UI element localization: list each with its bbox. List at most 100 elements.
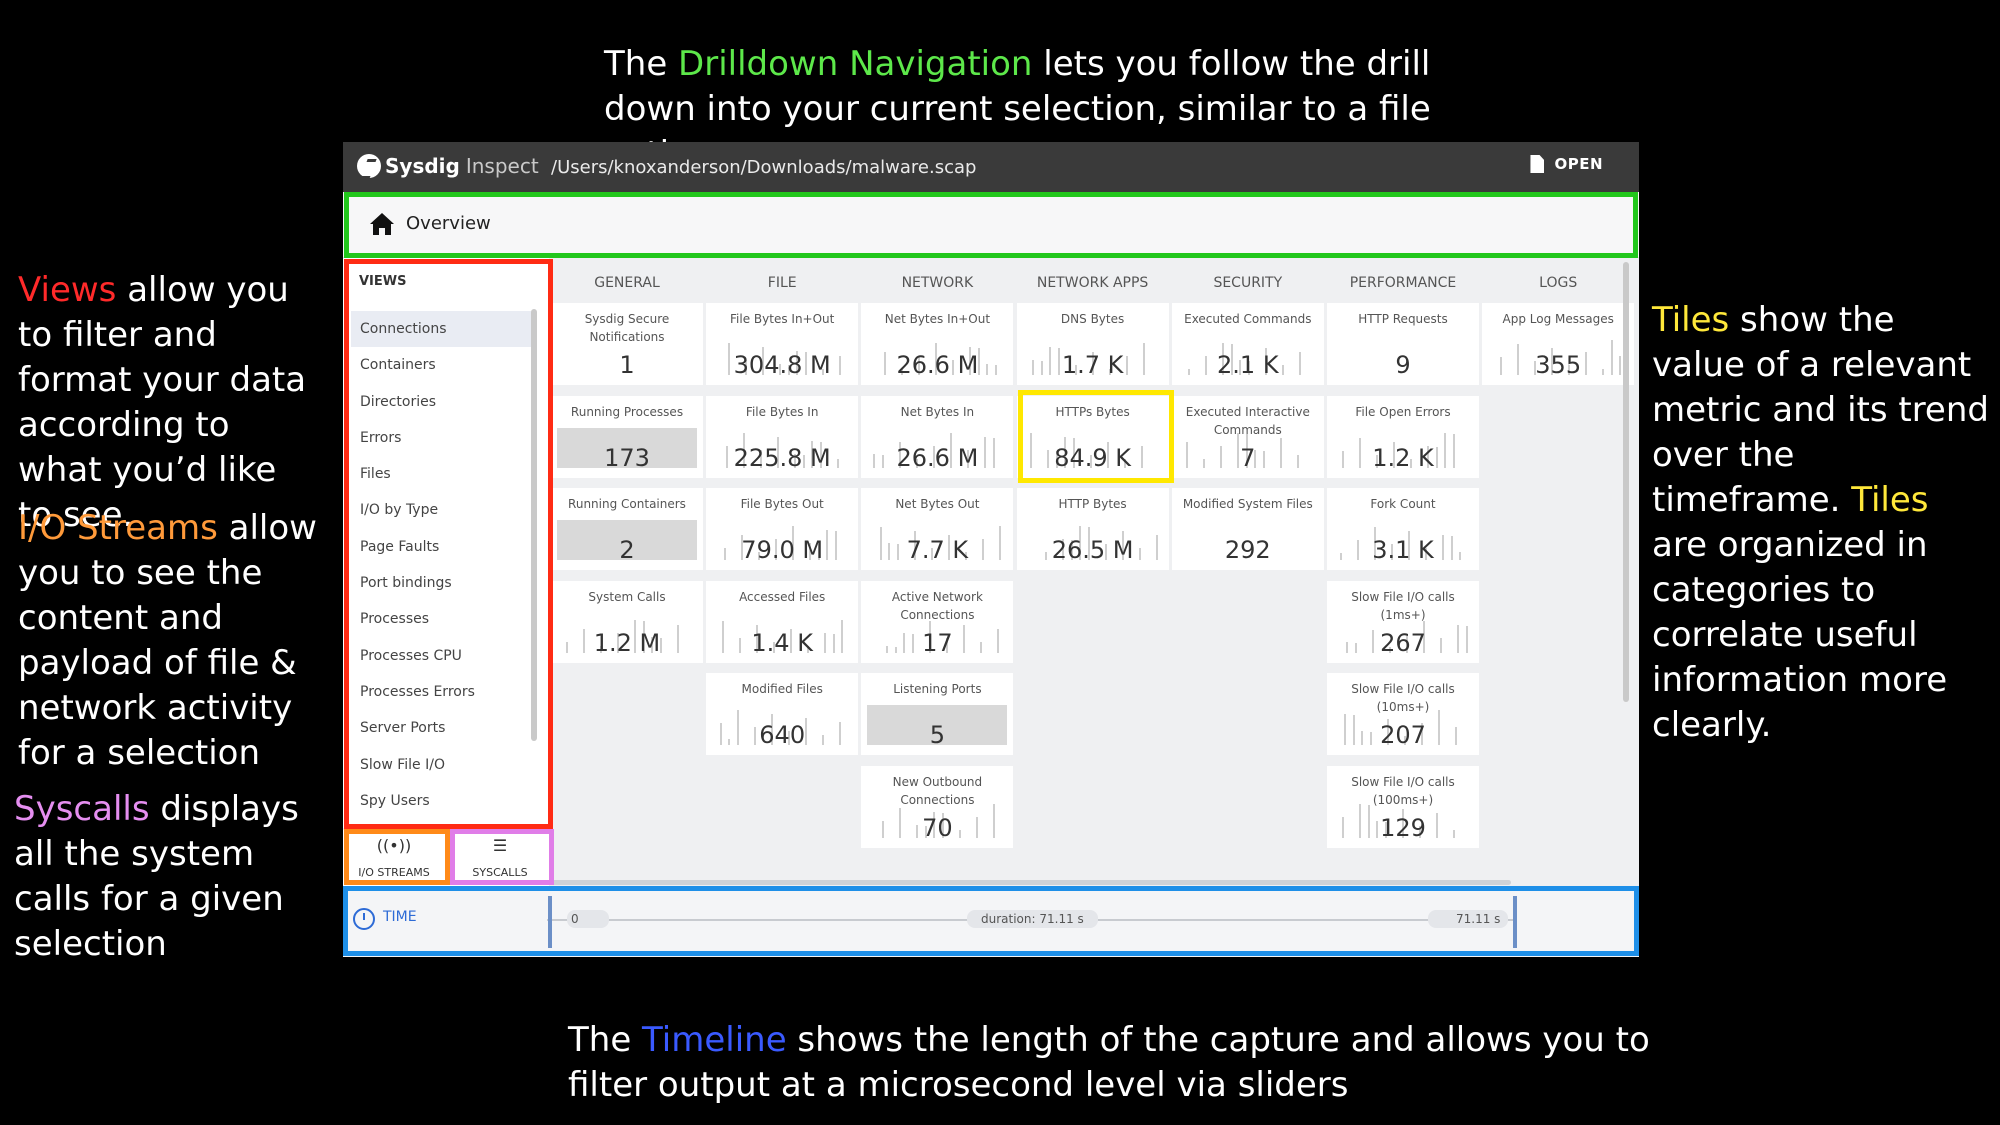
tile-value: 1.7 K <box>1061 351 1124 379</box>
tile-value: 225.8 M <box>733 443 831 472</box>
annotation-io-streams: I/O Streams allow you to see the content… <box>18 506 318 776</box>
tile-label: Modified System Files <box>1182 497 1313 511</box>
document-icon <box>1530 155 1545 173</box>
tile-value: 129 <box>1380 813 1426 842</box>
category-header: NETWORK <box>901 275 974 291</box>
tile-label: System Calls <box>588 589 666 604</box>
open-button-label: OPEN <box>1554 155 1603 173</box>
category-header: LOGS <box>1539 275 1578 291</box>
metric-tile[interactable]: App Log Messages 355 <box>1482 303 1635 385</box>
tile-label: Running Processes <box>570 404 684 419</box>
tile-value: 1 <box>619 351 635 379</box>
annotation-highlight: Drilldown Navigation <box>678 44 1033 84</box>
tile-value: 26.6 M <box>896 443 979 472</box>
tile-value: 207 <box>1380 721 1426 749</box>
annotation-text: The <box>568 1020 643 1060</box>
metric-tile[interactable]: File Bytes In+Out 304.8 M <box>706 303 859 385</box>
capture-file-path: /Users/knoxanderson/Downloads/malware.sc… <box>551 157 977 178</box>
annotation-highlight: I/O Streams <box>18 508 218 548</box>
metric-tile[interactable]: Modified Files 640 <box>706 673 859 755</box>
annotation-timeline: The Timeline shows the length of the cap… <box>568 1018 1668 1108</box>
tile-label: DNS Bytes <box>1060 312 1125 326</box>
io-streams-highlight-box <box>344 829 450 885</box>
category-header: FILE <box>767 275 797 291</box>
metric-tile[interactable]: Net Bytes In 26.6 M <box>861 395 1014 478</box>
tile-label: File Open Errors <box>1355 404 1451 419</box>
tile-value: 2.1 K <box>1217 351 1279 379</box>
brand-name: Sysdig <box>385 154 460 178</box>
metric-tile[interactable]: System Calls 1.2 M <box>551 580 703 663</box>
tile-label: Executed Interactive Commands <box>1185 404 1310 437</box>
annotation-text: The <box>604 44 679 84</box>
metric-tile[interactable]: Net Bytes Out 7.7 K <box>861 488 1014 570</box>
tile-value: 2 <box>619 536 635 564</box>
metric-tile[interactable]: Slow File I/O calls (1ms+) 267 <box>1327 580 1479 663</box>
sysdig-logo-icon <box>357 154 381 178</box>
tile-value: 17 <box>922 628 953 657</box>
metric-tile[interactable]: Running Processes 173 <box>551 395 703 478</box>
tile-label: Net Bytes In <box>900 404 975 419</box>
metric-tile[interactable]: Net Bytes In+Out 26.6 M <box>861 303 1014 385</box>
tile-value: 70 <box>922 813 953 842</box>
tile-label: File Bytes In <box>745 404 819 419</box>
tile-label: Running Containers <box>568 497 686 511</box>
tile-value: 304.8 M <box>733 351 831 379</box>
tile-value: 3.1 K <box>1372 536 1434 564</box>
metric-tile[interactable]: File Bytes In 225.8 M <box>706 395 859 478</box>
metric-tile[interactable]: DNS Bytes 1.7 K <box>1016 303 1169 385</box>
metric-tile[interactable]: Executed Commands 2.1 K <box>1171 303 1324 385</box>
annotation-highlight: Tiles <box>1851 480 1929 520</box>
metric-tile[interactable]: File Open Errors 1.2 K <box>1327 395 1479 478</box>
category-header: SECURITY <box>1213 275 1283 291</box>
tile-value: 7.7 K <box>906 536 969 564</box>
drilldown-highlight-box <box>344 192 1638 258</box>
tile-value: 7 <box>1240 443 1256 472</box>
tile-label: App Log Messages <box>1502 312 1614 326</box>
metric-tile[interactable]: Listening Ports 5 <box>861 673 1014 755</box>
tile-value: 640 <box>759 721 806 749</box>
tile-value: 1.2 M <box>593 628 661 657</box>
sysdig-logo: Sysdig Inspect <box>357 154 539 178</box>
metric-tile[interactable]: Executed Interactive Commands 7 <box>1171 395 1324 478</box>
annotation-views: Views allow you to filter and format you… <box>18 268 318 538</box>
metric-tile[interactable]: Sysdig Secure Notifications 1 <box>551 303 703 385</box>
metric-tile[interactable]: Accessed Files 1.4 K <box>706 580 859 663</box>
metric-tile[interactable]: File Bytes Out 79.0 M <box>706 488 859 570</box>
tile-value: 292 <box>1224 536 1271 564</box>
tile-value: 267 <box>1380 628 1426 657</box>
tile-label: Executed Commands <box>1184 312 1312 326</box>
metric-tile[interactable]: HTTP Bytes 26.5 M <box>1016 488 1169 570</box>
category-header: NETWORK APPS <box>1036 275 1149 291</box>
metric-tile[interactable]: Running Containers 2 <box>551 488 703 570</box>
metric-tile[interactable]: Modified System Files 292 <box>1171 488 1324 570</box>
horizontal-scrollbar[interactable] <box>551 880 1511 885</box>
tile-label: New Outbound Connections <box>892 774 983 807</box>
timeline-highlight-box <box>343 886 1639 956</box>
tile-label: File Bytes In+Out <box>730 312 835 326</box>
metric-tile[interactable]: Slow File I/O calls (10ms+) 207 <box>1327 673 1479 755</box>
tile-label: Accessed Files <box>739 589 826 604</box>
tile-label: Slow File I/O calls (1ms+) <box>1351 589 1455 622</box>
annotation-tiles: Tiles show the value of a relevant metri… <box>1652 298 1992 748</box>
metric-tile[interactable]: New Outbound Connections 70 <box>861 765 1014 848</box>
annotation-highlight: Timeline <box>642 1020 787 1060</box>
main-scrollbar[interactable] <box>1623 262 1629 702</box>
tile-label: HTTP Bytes <box>1058 497 1127 511</box>
metric-tile[interactable]: HTTP Requests 9 <box>1327 303 1479 385</box>
category-header: GENERAL <box>594 275 660 291</box>
tile-label: Sysdig Secure Notifications <box>584 312 670 344</box>
tile-label: Slow File I/O calls (10ms+) <box>1351 682 1455 714</box>
metric-tile[interactable]: Fork Count 3.1 K <box>1327 488 1479 570</box>
annotation-highlight: Tiles <box>1652 300 1730 340</box>
title-bar: Sysdig Inspect /Users/knoxanderson/Downl… <box>343 142 1639 192</box>
tile-value: 355 <box>1535 351 1582 379</box>
open-button[interactable]: OPEN <box>1530 155 1603 173</box>
metric-tile[interactable]: Active Network Connections 17 <box>861 580 1014 663</box>
metric-tile[interactable]: Slow File I/O calls (100ms+) 129 <box>1327 765 1479 848</box>
tile-value: 1.4 K <box>751 628 813 657</box>
tile-value: 1.2 K <box>1372 443 1434 472</box>
tile-label: Fork Count <box>1370 497 1436 511</box>
tile-value: 5 <box>929 721 946 749</box>
syscalls-highlight-box <box>450 829 554 885</box>
tile-value: 173 <box>604 443 650 472</box>
